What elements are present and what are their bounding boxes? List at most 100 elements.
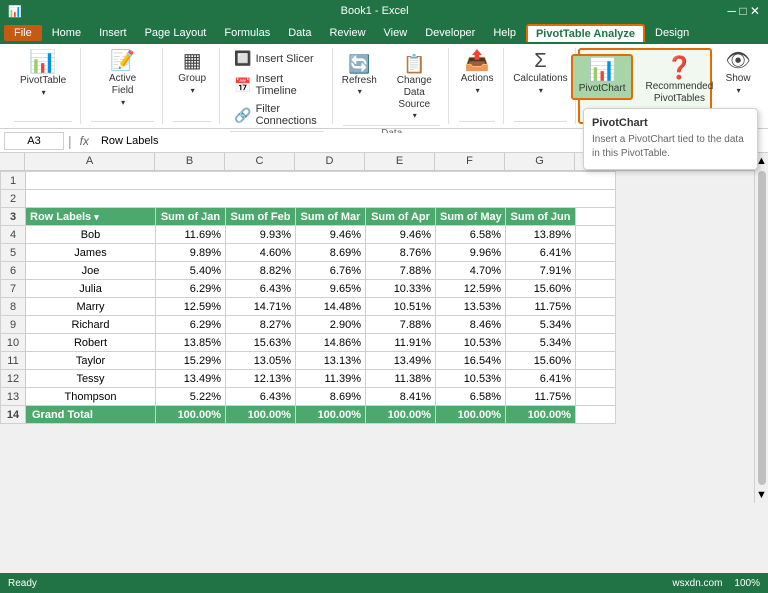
jun-cell[interactable]: 7.91%: [506, 262, 576, 280]
jan-cell[interactable]: 13.85%: [156, 334, 226, 352]
jan-cell[interactable]: 6.29%: [156, 316, 226, 334]
pivottable-analyze-tab[interactable]: PivotTable Analyze: [526, 24, 645, 42]
may-cell[interactable]: 16.54%: [436, 352, 506, 370]
feb-cell[interactable]: 13.05%: [226, 352, 296, 370]
name-cell[interactable]: Thompson: [26, 388, 156, 406]
jun-cell[interactable]: 13.89%: [506, 226, 576, 244]
jun-cell[interactable]: 11.75%: [506, 298, 576, 316]
may-cell[interactable]: 9.96%: [436, 244, 506, 262]
col-header-e[interactable]: E: [365, 153, 435, 170]
show-button[interactable]: 👁 Show▾: [718, 48, 758, 100]
calculations-button[interactable]: Σ Calculations▾: [507, 48, 573, 100]
name-cell[interactable]: Julia: [26, 280, 156, 298]
filter-connections-button[interactable]: 🔗 Filter Connections: [230, 101, 324, 129]
may-cell[interactable]: 10.53%: [436, 334, 506, 352]
view-menu[interactable]: View: [376, 25, 416, 41]
insert-menu[interactable]: Insert: [91, 25, 135, 41]
apr-cell[interactable]: 11.91%: [366, 334, 436, 352]
page-layout-menu[interactable]: Page Layout: [137, 25, 215, 41]
insert-slicer-button[interactable]: 🔲 Insert Slicer: [230, 48, 324, 69]
pivottable-button[interactable]: 📊 PivotTable▾: [14, 48, 72, 102]
apr-cell[interactable]: 8.76%: [366, 244, 436, 262]
name-cell[interactable]: Tessy: [26, 370, 156, 388]
home-menu[interactable]: Home: [44, 25, 89, 41]
insert-timeline-button[interactable]: 📅 Insert Timeline: [230, 71, 324, 99]
vertical-scrollbar[interactable]: ▲ ▼: [754, 153, 768, 503]
col-header-g[interactable]: G: [505, 153, 575, 170]
mar-cell[interactable]: 6.76%: [296, 262, 366, 280]
review-menu[interactable]: Review: [321, 25, 373, 41]
scroll-thumb[interactable]: [758, 171, 766, 485]
apr-cell[interactable]: 10.33%: [366, 280, 436, 298]
mar-cell[interactable]: 2.90%: [296, 316, 366, 334]
change-data-source-button[interactable]: 📋 Change DataSource ▾: [384, 52, 445, 123]
may-cell[interactable]: 6.58%: [436, 226, 506, 244]
name-cell[interactable]: Joe: [26, 262, 156, 280]
apr-cell[interactable]: 11.38%: [366, 370, 436, 388]
data-menu[interactable]: Data: [280, 25, 319, 41]
refresh-button[interactable]: 🔄 Refresh ▾: [339, 52, 380, 99]
may-cell[interactable]: 8.46%: [436, 316, 506, 334]
jun-cell[interactable]: 5.34%: [506, 334, 576, 352]
feb-cell[interactable]: 6.43%: [226, 280, 296, 298]
design-tab[interactable]: Design: [647, 25, 697, 41]
mar-cell[interactable]: 14.48%: [296, 298, 366, 316]
jan-cell[interactable]: 5.22%: [156, 388, 226, 406]
jan-cell[interactable]: 11.69%: [156, 226, 226, 244]
col-header-a[interactable]: A: [25, 153, 155, 170]
apr-cell[interactable]: 9.46%: [366, 226, 436, 244]
group-button[interactable]: ▦ Group▾: [172, 48, 212, 100]
recommended-pivottables-button[interactable]: ❓ RecommendedPivotTables: [639, 54, 719, 108]
jun-cell[interactable]: 15.60%: [506, 352, 576, 370]
jan-cell[interactable]: 13.49%: [156, 370, 226, 388]
feb-cell[interactable]: 14.71%: [226, 298, 296, 316]
pivotchart-button[interactable]: 📊 PivotChart: [571, 54, 634, 100]
row-labels-header[interactable]: Row Labels ▾: [26, 208, 156, 226]
apr-cell[interactable]: 7.88%: [366, 262, 436, 280]
jun-cell[interactable]: 5.34%: [506, 316, 576, 334]
mar-cell[interactable]: 8.69%: [296, 244, 366, 262]
may-cell[interactable]: 12.59%: [436, 280, 506, 298]
apr-cell[interactable]: 7.88%: [366, 316, 436, 334]
mar-cell[interactable]: 13.13%: [296, 352, 366, 370]
col-header-b[interactable]: B: [155, 153, 225, 170]
developer-menu[interactable]: Developer: [417, 25, 483, 41]
jan-cell[interactable]: 9.89%: [156, 244, 226, 262]
feb-cell[interactable]: 8.82%: [226, 262, 296, 280]
cell-ref-input[interactable]: [4, 132, 64, 150]
jan-cell[interactable]: 5.40%: [156, 262, 226, 280]
feb-cell[interactable]: 4.60%: [226, 244, 296, 262]
may-cell[interactable]: 10.53%: [436, 370, 506, 388]
name-cell[interactable]: Richard: [26, 316, 156, 334]
jun-cell[interactable]: 6.41%: [506, 244, 576, 262]
name-cell[interactable]: James: [26, 244, 156, 262]
row-labels-filter[interactable]: ▾: [94, 212, 99, 222]
actions-button[interactable]: 📤 Actions▾: [455, 48, 500, 100]
apr-cell[interactable]: 13.49%: [366, 352, 436, 370]
mar-cell[interactable]: 14.86%: [296, 334, 366, 352]
may-cell[interactable]: 4.70%: [436, 262, 506, 280]
feb-cell[interactable]: 8.27%: [226, 316, 296, 334]
apr-cell[interactable]: 10.51%: [366, 298, 436, 316]
mar-cell[interactable]: 9.46%: [296, 226, 366, 244]
may-cell[interactable]: 6.58%: [436, 388, 506, 406]
feb-cell[interactable]: 12.13%: [226, 370, 296, 388]
name-cell[interactable]: Taylor: [26, 352, 156, 370]
jan-cell[interactable]: 15.29%: [156, 352, 226, 370]
feb-cell[interactable]: 6.43%: [226, 388, 296, 406]
formulas-menu[interactable]: Formulas: [216, 25, 278, 41]
jun-cell[interactable]: 15.60%: [506, 280, 576, 298]
col-header-f[interactable]: F: [435, 153, 505, 170]
jan-cell[interactable]: 12.59%: [156, 298, 226, 316]
may-cell[interactable]: 13.53%: [436, 298, 506, 316]
name-cell[interactable]: Robert: [26, 334, 156, 352]
jun-cell[interactable]: 6.41%: [506, 370, 576, 388]
name-cell[interactable]: Marry: [26, 298, 156, 316]
jan-cell[interactable]: 6.29%: [156, 280, 226, 298]
active-field-button[interactable]: 📝 Active Field▾: [91, 48, 154, 112]
mar-cell[interactable]: 8.69%: [296, 388, 366, 406]
mar-cell[interactable]: 9.65%: [296, 280, 366, 298]
apr-cell[interactable]: 8.41%: [366, 388, 436, 406]
mar-cell[interactable]: 11.39%: [296, 370, 366, 388]
help-menu[interactable]: Help: [485, 25, 524, 41]
